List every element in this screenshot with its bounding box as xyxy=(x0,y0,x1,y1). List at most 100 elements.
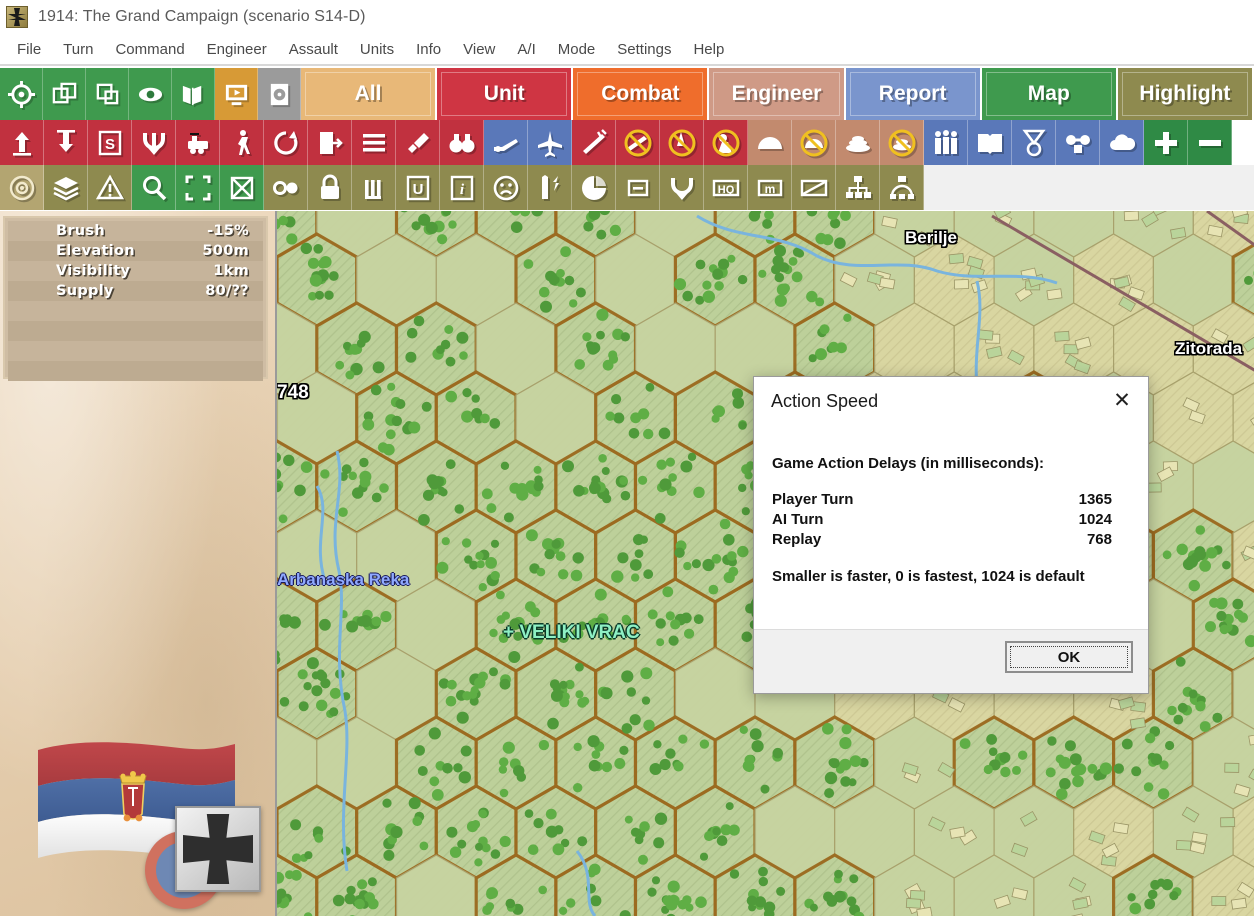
factory-icon[interactable] xyxy=(352,165,396,210)
bridge-icon[interactable] xyxy=(748,120,792,165)
medal-icon[interactable] xyxy=(1012,120,1056,165)
trident-down-icon[interactable] xyxy=(660,165,704,210)
delay-label: Replay xyxy=(772,531,822,548)
slope-icon[interactable] xyxy=(792,165,836,210)
zoom-in-icon[interactable] xyxy=(1144,120,1188,165)
binoculars-icon[interactable] xyxy=(440,120,484,165)
info-i-icon[interactable]: i xyxy=(440,165,484,210)
menu-item-turn[interactable]: Turn xyxy=(52,38,104,61)
delay-row: Player Turn 1365 xyxy=(772,490,1112,510)
menu-item-info[interactable]: Info xyxy=(405,38,452,61)
entrench-spade-icon[interactable] xyxy=(396,120,440,165)
zoom-out-icon[interactable] xyxy=(1188,120,1232,165)
menu-item-command[interactable]: Command xyxy=(104,38,195,61)
tab-highlight[interactable]: Highlight xyxy=(1117,68,1254,120)
unit-u-icon[interactable]: U xyxy=(396,165,440,210)
menu-item-ai[interactable]: A/I xyxy=(506,38,546,61)
dialog-title: Action Speed xyxy=(771,391,879,411)
menu-item-mode[interactable]: Mode xyxy=(547,38,607,61)
people-icon[interactable] xyxy=(924,120,968,165)
menu-item-units[interactable]: Units xyxy=(349,38,405,61)
menu-item-engineer[interactable]: Engineer xyxy=(196,38,278,61)
tab-label: Combat xyxy=(601,82,680,105)
dialog-heading: Game Action Delays (in milliseconds): xyxy=(772,455,1045,472)
application-window: 1914: The Grand Campaign (scenario S14-D… xyxy=(0,0,1254,916)
m-box-icon[interactable]: m xyxy=(748,165,792,210)
walk-icon[interactable] xyxy=(220,120,264,165)
fuel-icon[interactable] xyxy=(528,165,572,210)
weather-cloud-icon[interactable] xyxy=(1100,120,1144,165)
book-icon[interactable] xyxy=(968,120,1012,165)
layers-icon[interactable] xyxy=(44,165,88,210)
move-up-icon[interactable] xyxy=(0,120,44,165)
airplane-icon[interactable] xyxy=(528,120,572,165)
move-down-icon[interactable] xyxy=(44,120,88,165)
paste-hex-icon[interactable] xyxy=(86,68,129,120)
search-icon[interactable] xyxy=(132,165,176,210)
tab-engineer[interactable]: Engineer xyxy=(709,68,846,120)
menu-item-settings[interactable]: Settings xyxy=(606,38,682,61)
terrain-info-row xyxy=(8,341,263,361)
no-bridge-icon[interactable] xyxy=(792,120,836,165)
warning-icon[interactable] xyxy=(88,165,132,210)
minimize-box-icon[interactable] xyxy=(616,165,660,210)
no-artillery-icon[interactable] xyxy=(616,120,660,165)
rotate-icon[interactable] xyxy=(264,120,308,165)
title-bar: 1914: The Grand Campaign (scenario S14-D… xyxy=(0,0,1254,34)
target-icon[interactable] xyxy=(0,68,43,120)
tab-combat[interactable]: Combat xyxy=(573,68,710,120)
tab-map[interactable]: Map xyxy=(981,68,1118,120)
telephone-icon[interactable] xyxy=(1056,120,1100,165)
spot-binoculars-icon[interactable] xyxy=(264,165,308,210)
toolbar-category-tabs: All Unit Combat Engineer Report Map Highlight xyxy=(301,68,1254,120)
copy-hex-icon[interactable] xyxy=(43,68,86,120)
pie-chart-icon[interactable] xyxy=(572,165,616,210)
terrain-info-row xyxy=(8,361,263,381)
train-icon[interactable] xyxy=(176,120,220,165)
lock-icon[interactable] xyxy=(308,165,352,210)
list-icon[interactable] xyxy=(352,120,396,165)
menu-item-assault[interactable]: Assault xyxy=(278,38,349,61)
artillery-fire-icon[interactable] xyxy=(484,120,528,165)
eye-icon[interactable] xyxy=(129,68,172,120)
close-icon[interactable]: ✕ xyxy=(1102,383,1142,417)
fullscreen-icon[interactable] xyxy=(176,165,220,210)
tab-unit[interactable]: Unit xyxy=(437,68,574,120)
supply-s-icon[interactable]: S xyxy=(88,120,132,165)
monitor-play-icon[interactable] xyxy=(215,68,258,120)
action-speed-dialog: Action Speed ✕ Game Action Delays (in mi… xyxy=(753,376,1149,694)
tab-label: Highlight xyxy=(1139,82,1231,105)
tab-all[interactable]: All xyxy=(301,68,438,120)
trident-icon[interactable] xyxy=(132,120,176,165)
hq-icon[interactable]: HQ xyxy=(704,165,748,210)
menu-item-view[interactable]: View xyxy=(452,38,506,61)
morale-face-icon[interactable] xyxy=(484,165,528,210)
tab-label: Report xyxy=(878,82,947,105)
command-net-icon[interactable] xyxy=(880,165,924,210)
terrain-info-key: Elevation xyxy=(56,243,135,259)
tab-label: Unit xyxy=(483,82,525,105)
no-bombard-icon[interactable] xyxy=(660,120,704,165)
tab-report[interactable]: Report xyxy=(845,68,982,120)
no-bunker-icon[interactable] xyxy=(880,120,924,165)
org-chart-icon[interactable] xyxy=(836,165,880,210)
terrain-info-value: 500m xyxy=(202,243,249,259)
svg-text:U: U xyxy=(412,181,423,198)
save-disk-icon[interactable] xyxy=(258,68,301,120)
exit-door-icon[interactable] xyxy=(308,120,352,165)
delay-label: Player Turn xyxy=(772,491,854,508)
iron-cross-badge-icon xyxy=(175,806,261,892)
grid-toggle-icon[interactable] xyxy=(220,165,264,210)
dialog-body: Game Action Delays (in milliseconds): Pl… xyxy=(772,455,1132,585)
rifle-fire-icon[interactable] xyxy=(572,120,616,165)
ok-button[interactable]: OK xyxy=(1005,641,1133,673)
map-label-town: Zitorada xyxy=(1175,339,1243,358)
hex-circle-icon[interactable] xyxy=(0,165,44,210)
map-book-icon[interactable] xyxy=(172,68,215,120)
no-assault-icon[interactable] xyxy=(704,120,748,165)
ok-button-label: OK xyxy=(1010,646,1128,668)
bunker-icon[interactable] xyxy=(836,120,880,165)
menu-item-file[interactable]: File xyxy=(6,38,52,61)
menu-item-help[interactable]: Help xyxy=(682,38,735,61)
nation-emblem-group xyxy=(30,736,261,909)
